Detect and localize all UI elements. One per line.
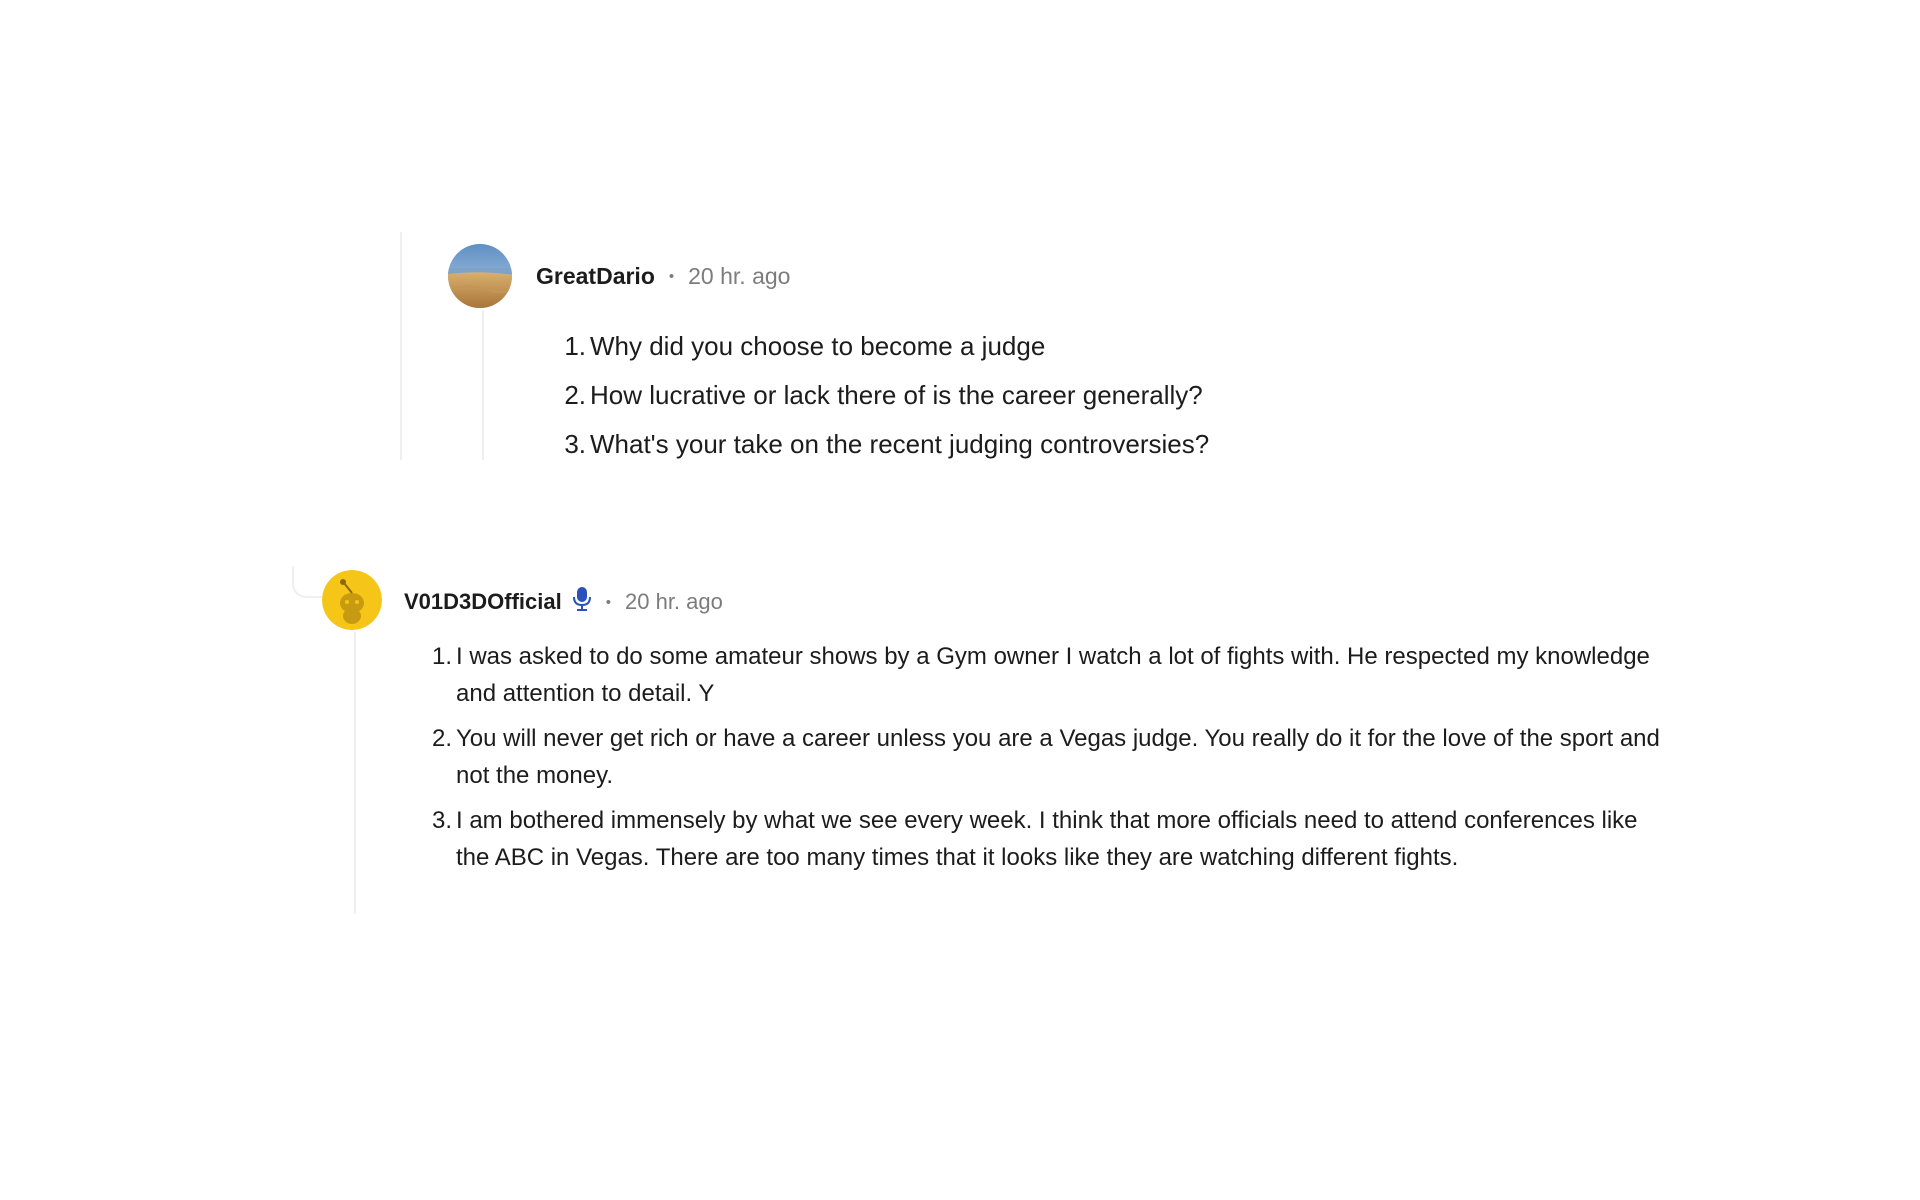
list-text: You will never get rich or have a career… — [456, 725, 1660, 789]
list-item: 1. I was asked to do some amateur shows … — [432, 638, 1666, 712]
list-text: How lucrative or lack there of is the ca… — [590, 380, 1203, 410]
list-item: 1. Why did you choose to become a judge — [564, 322, 1490, 371]
timestamp-link[interactable]: 20 hr. ago — [625, 589, 723, 615]
snoo-avatar-icon — [322, 570, 382, 630]
comment-body-list: 1. Why did you choose to become a judge … — [564, 322, 1490, 469]
username-link[interactable]: GreatDario — [536, 263, 655, 290]
list-text: Why did you choose to become a judge — [590, 331, 1046, 361]
beach-avatar-icon — [448, 244, 512, 308]
user-avatar[interactable] — [322, 570, 382, 630]
meta-separator: • — [668, 268, 675, 285]
thread-connector — [292, 566, 322, 598]
list-number: 3. — [431, 807, 452, 834]
list-number: 3. — [564, 429, 586, 459]
timestamp-link[interactable]: 20 hr. ago — [688, 263, 790, 290]
list-number: 2. — [431, 725, 452, 752]
list-item: 2. How lucrative or lack there of is the… — [564, 371, 1490, 420]
list-number: 1. — [431, 643, 452, 670]
list-text: What's your take on the recent judging c… — [590, 429, 1210, 459]
list-item: 3. I am bothered immensely by what we se… — [432, 802, 1666, 876]
username-link[interactable]: V01D3DOfficial — [404, 589, 562, 615]
comment-meta: V01D3DOfficial • 20 hr. ago — [404, 586, 723, 618]
list-item: 3. What's your take on the recent judgin… — [564, 420, 1490, 469]
list-text: I am bothered immensely by what we see e… — [456, 807, 1638, 871]
list-text: I was asked to do some amateur shows by … — [456, 643, 1650, 707]
comment-thread-line[interactable] — [354, 632, 356, 914]
list-number: 1. — [564, 331, 586, 361]
user-avatar[interactable] — [448, 244, 512, 308]
list-number: 2. — [564, 380, 586, 410]
parent-thread-line[interactable] — [400, 232, 402, 460]
comment-body-list: 1. I was asked to do some amateur shows … — [432, 638, 1666, 876]
microphone-icon — [572, 586, 592, 618]
list-item: 2. You will never get rich or have a car… — [432, 720, 1666, 794]
comment-meta: GreatDario • 20 hr. ago — [536, 263, 790, 290]
meta-separator: • — [605, 593, 611, 611]
comment-thread-line[interactable] — [482, 310, 484, 460]
